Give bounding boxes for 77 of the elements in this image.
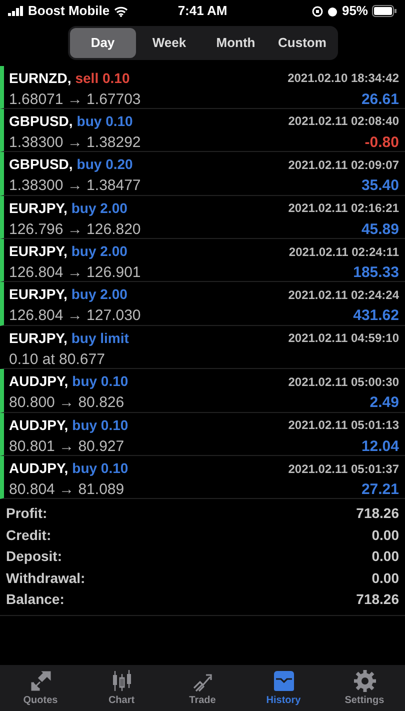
clock-time: 7:41 AM (178, 2, 228, 20)
profit-value: 431.62 (353, 306, 399, 326)
trade-action: buy 0.20 (76, 155, 133, 174)
tab-bar-item[interactable]: Quotes (0, 665, 81, 711)
profit-value: 185.33 (353, 263, 399, 284)
trade-action: sell 0.10 (75, 68, 130, 88)
profit-value: 35.40 (361, 176, 399, 196)
trade-time: 2021.02.11 02:09:07 (288, 156, 399, 174)
price-range: 80.800 → 80.826 (9, 393, 124, 414)
profit-value: 2.49 (370, 393, 399, 414)
trade-time: 2021.02.10 18:34:42 (288, 70, 399, 87)
trade-action: buy 2.00 (71, 198, 128, 218)
trade-action: buy 0.10 (76, 112, 133, 131)
summary-label: Profit: (6, 504, 48, 524)
battery-icon (372, 5, 397, 17)
summary-value: 718.26 (356, 590, 399, 610)
symbol-label: AUDJPY, (9, 416, 68, 435)
profit-value: -0.80 (364, 132, 399, 153)
tab-bar-item[interactable]: Trade (162, 665, 243, 711)
summary-value: 0.00 (372, 547, 399, 566)
trade-time: 2021.02.11 05:01:13 (288, 417, 399, 434)
price-range: 80.804 → 81.089 (9, 480, 124, 500)
price-range: 1.38300 → 1.38292 (9, 132, 141, 153)
symbol-label: EURJPY, (9, 242, 68, 262)
trade-action: buy 2.00 (71, 242, 128, 262)
period-tab[interactable]: Custom (269, 28, 336, 58)
trade-action: buy 0.10 (72, 372, 128, 392)
trade-time: 2021.02.11 02:24:11 (288, 244, 399, 261)
profit-value: 45.89 (361, 220, 399, 240)
battery-percentage: 95% (342, 2, 368, 20)
price-range: 80.801 → 80.927 (9, 436, 124, 457)
summary-label: Withdrawal: (6, 568, 86, 588)
trade-action: buy 0.10 (72, 416, 128, 435)
symbol-label: GBPUSD, (9, 112, 73, 131)
trade-action: buy 0.10 (72, 459, 128, 478)
trade-time: 2021.02.11 02:24:24 (288, 286, 399, 304)
summary-value: 0.00 (372, 526, 399, 545)
summary-value: 0.00 (372, 568, 399, 588)
summary-value: 718.26 (356, 504, 399, 524)
arrows-icon (28, 669, 52, 693)
summary-label: Balance: (6, 590, 64, 610)
profit-value: 12.04 (361, 436, 399, 457)
trade-time: 2021.02.11 02:16:21 (288, 200, 399, 218)
signal-icon (8, 6, 24, 16)
symbol-label: GBPUSD, (9, 155, 73, 174)
tab-bar-item[interactable]: History (243, 665, 324, 711)
symbol-label: EURJPY, (9, 328, 68, 348)
tab-bar-item[interactable]: Settings (324, 665, 405, 711)
price-range: 126.804 → 126.901 (9, 263, 141, 284)
price-range: 0.10 at 80.677 (9, 350, 105, 370)
symbol-label: EURJPY, (9, 198, 68, 218)
carrier-name: Boost Mobile (28, 2, 110, 20)
symbol-label: AUDJPY, (9, 459, 68, 478)
symbol-label: EURJPY, (9, 285, 68, 304)
trade-time: 2021.02.11 02:08:40 (288, 113, 399, 130)
summary-label: Deposit: (6, 547, 62, 566)
period-tab[interactable]: Month (202, 28, 269, 58)
wifi-icon (114, 6, 128, 16)
price-range: 1.38300 → 1.38477 (9, 176, 141, 196)
price-range: 126.804 → 127.030 (9, 306, 141, 326)
profit-value: 27.21 (361, 480, 399, 500)
trade-time: 2021.02.11 05:01:37 (288, 460, 399, 478)
summary-label: Credit: (6, 526, 52, 545)
price-range: 1.68071 → 1.67703 (9, 90, 141, 110)
tab-bar-item[interactable]: Chart (81, 665, 162, 711)
trade-action: buy 2.00 (71, 285, 128, 304)
period-tab[interactable]: Day (70, 28, 136, 58)
period-tab[interactable]: Week (136, 28, 202, 58)
symbol-label: AUDJPY, (9, 372, 68, 392)
trade-time: 2021.02.11 05:00:30 (288, 374, 399, 391)
trade-action: buy limit (71, 328, 129, 348)
profit-value: 26.61 (361, 90, 399, 110)
symbol-label: EURNZD, (9, 68, 72, 88)
settings-icon (352, 669, 376, 693)
inbox-icon (272, 669, 296, 693)
trade-time: 2021.02.11 04:59:10 (288, 330, 399, 348)
price-range: 126.796 → 126.820 (9, 220, 141, 240)
